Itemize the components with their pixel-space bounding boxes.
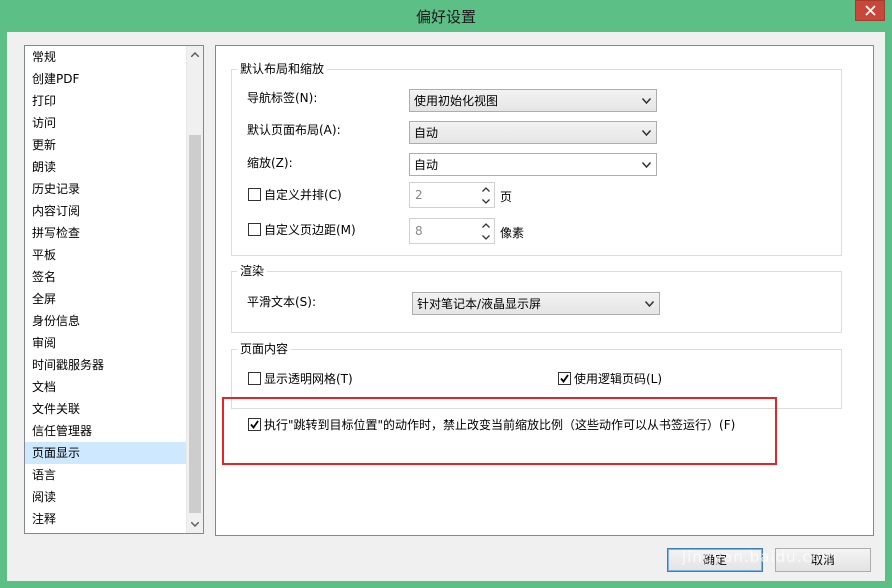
close-button[interactable] [855,0,885,21]
sidebar-item[interactable]: 打印 [25,90,187,112]
sidebar-item[interactable]: 语言 [25,464,187,486]
logical-page-checkbox[interactable] [558,372,571,385]
chevron-down-icon [481,198,490,204]
show-grid-checkbox[interactable] [248,372,261,385]
chevron-down-icon [645,301,654,307]
sidebar-item[interactable]: 更新 [25,134,187,156]
chevron-down-icon [191,522,199,527]
sidebar-item[interactable]: 注释 [25,508,187,530]
sidebar-item[interactable]: 内容订阅 [25,200,187,222]
chevron-down-icon [642,130,651,136]
chevron-down-icon [642,98,651,104]
custom-margin-unit: 像素 [500,226,525,240]
chevron-down-icon [481,234,490,240]
scroll-thumb[interactable] [189,135,201,513]
render-group-title: 渲染 [237,263,268,279]
sidebar-item[interactable]: 常规 [25,46,187,68]
sidebar-item[interactable]: 阅读 [25,486,187,508]
sidebar-item[interactable]: 全屏 [25,288,187,310]
sidebar-item[interactable]: 拼写检查 [25,222,187,244]
sidebar-item[interactable]: 页面显示 [25,442,187,464]
sidebar-item[interactable]: 时间戳服务器 [25,354,187,376]
watermark-text: jingyan.baidu.com [682,548,838,566]
show-grid-label: 显示透明网格(T) [264,372,353,386]
spin-down-button[interactable] [477,231,494,243]
custom-columns-checkbox[interactable] [248,188,261,201]
custom-margin-spinner[interactable]: 8 [409,218,495,244]
scroll-up-button[interactable] [187,46,203,63]
chevron-up-icon [191,52,199,57]
page-content-group-title: 页面内容 [237,341,292,357]
page-layout-label: 默认页面布局(A): [247,123,341,137]
page-layout-value: 自动 [414,126,439,140]
sidebar-item[interactable]: 签名 [25,266,187,288]
category-list: 常规 创建PDF 打印 访问 更新 朗读 历史记录 内容订阅 拼写检查 平板 签名 全屏 身份信息 审阅时… [24,45,204,534]
custom-margin-checkbox[interactable] [248,223,261,236]
custom-columns-spinner[interactable]: 2 [409,182,495,208]
category-scrollbar[interactable] [186,46,203,533]
default-layout-group-title: 默认布局和缩放 [237,61,328,77]
chevron-down-icon [642,162,651,168]
sidebar-item[interactable]: 文档 [25,376,187,398]
zoom-label: 缩放(Z): [247,156,293,170]
dialog-body: 常规 创建PDF 打印 访问 更新 朗读 历史记录 内容订阅 拼写检查 平板 签名 全屏 身份信息 审阅时… [7,32,885,581]
sidebar-item[interactable]: 文件关联 [25,398,187,420]
checkmark-icon [560,374,569,383]
smooth-text-label: 平滑文本(S): [247,295,317,309]
spin-up-button[interactable] [477,219,494,231]
title-bar: 偏好设置 [0,0,892,32]
custom-columns-value: 2 [415,188,423,202]
sidebar-item[interactable]: 平板 [25,244,187,266]
sidebar-item[interactable]: 审阅 [25,332,187,354]
sidebar-item[interactable]: 朗读 [25,156,187,178]
zoom-value: 自动 [414,158,439,172]
nav-tab-value: 使用初始化视图 [414,94,499,108]
scroll-down-button[interactable] [187,516,203,533]
highlight-annotation [222,397,777,465]
zoom-select[interactable]: 自动 [409,153,657,176]
category-list-items: 常规 创建PDF 打印 访问 更新 朗读 历史记录 内容订阅 拼写检查 平板 签名 全屏 身份信息 审阅时… [25,46,187,533]
spin-up-button[interactable] [477,183,494,195]
custom-margin-value: 8 [415,224,423,238]
sidebar-item[interactable]: 创建PDF [25,68,187,90]
chevron-up-icon [481,186,490,192]
custom-columns-label: 自定义并排(C) [264,188,342,202]
custom-columns-unit: 页 [500,190,513,204]
close-icon [864,5,876,16]
smooth-text-value: 针对笔记本/液晶显示屏 [417,297,542,311]
page-layout-select[interactable]: 自动 [409,121,657,144]
sidebar-item[interactable]: 身份信息 [25,310,187,332]
sidebar-item[interactable]: 访问 [25,112,187,134]
sidebar-item[interactable]: 历史记录 [25,178,187,200]
sidebar-item[interactable]: 信任管理器 [25,420,187,442]
smooth-text-select[interactable]: 针对笔记本/液晶显示屏 [412,292,660,315]
nav-tab-select[interactable]: 使用初始化视图 [409,89,657,112]
custom-margin-label: 自定义页边距(M) [264,223,356,237]
spin-down-button[interactable] [477,195,494,207]
window-title: 偏好设置 [415,8,476,26]
logical-page-label: 使用逻辑页码(L) [574,372,663,386]
chevron-up-icon [481,222,490,228]
nav-tab-label: 导航标签(N): [247,91,318,105]
